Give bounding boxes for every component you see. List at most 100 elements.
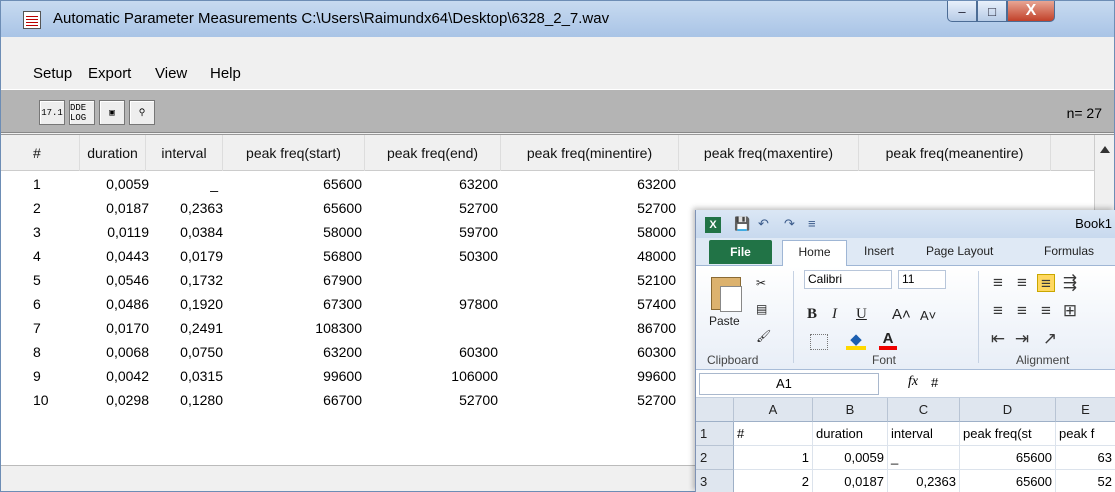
fill-color-icon[interactable]: ◆: [846, 330, 866, 350]
table-row[interactable]: 1 0,0059 _ 65600 63200 63200: [1, 172, 1114, 196]
spreadsheet-row[interactable]: 2 1 0,0059 _ 65600 63: [696, 446, 1115, 470]
cut-icon[interactable]: ✂: [756, 276, 766, 290]
cell-d2[interactable]: 65600: [960, 446, 1056, 470]
align-left-icon[interactable]: ≡: [989, 302, 1007, 320]
cell-a3[interactable]: 2: [734, 470, 813, 492]
formula-input[interactable]: #: [931, 375, 938, 390]
cell-a2[interactable]: 1: [734, 446, 813, 470]
wrap-text-icon[interactable]: ⇶: [1061, 274, 1079, 292]
peak-minentire-cell: 86700: [637, 320, 676, 336]
header-peak-maxentire[interactable]: peak freq(maxentire): [679, 135, 859, 171]
underline-button[interactable]: U: [856, 306, 867, 323]
cell-d1[interactable]: peak freq(st: [960, 422, 1056, 446]
peak-minentire-cell: 60300: [637, 344, 676, 360]
column-header-a[interactable]: A: [734, 398, 813, 422]
cell-c2[interactable]: _: [888, 446, 960, 470]
header-peak-minentire[interactable]: peak freq(minentire): [501, 135, 679, 171]
font-group-label: Font: [872, 353, 897, 367]
peak-start-cell: 56800: [323, 248, 362, 264]
copy-icon[interactable]: ▤: [756, 302, 767, 316]
measurement-count: n= 27: [1066, 105, 1102, 121]
menu-help[interactable]: Help: [210, 65, 241, 82]
column-header-b[interactable]: B: [813, 398, 888, 422]
interval-cell: 0,0179: [180, 248, 223, 264]
excel-window[interactable]: X 💾 ↶ ↷ ≡ Book1 File Home Insert Page La…: [695, 210, 1115, 492]
peak-minentire-cell: 63200: [637, 176, 676, 192]
tab-home[interactable]: Home: [782, 240, 847, 266]
maximize-button[interactable]: □: [977, 1, 1007, 22]
window-icon[interactable]: ▣: [99, 100, 125, 125]
center-icon[interactable]: ≡: [1013, 302, 1031, 320]
name-box[interactable]: A1: [699, 373, 879, 395]
menu-view[interactable]: View: [155, 65, 187, 82]
align-right-icon[interactable]: ≡: [1037, 302, 1055, 320]
undo-icon[interactable]: ↶: [758, 216, 769, 232]
row-header[interactable]: 1: [696, 422, 734, 446]
cell-b3[interactable]: 0,0187: [813, 470, 888, 492]
tab-file[interactable]: File: [709, 240, 772, 264]
cell-e2[interactable]: 63: [1056, 446, 1115, 470]
bold-button[interactable]: B: [807, 306, 817, 323]
tab-formulas[interactable]: Formulas: [1044, 244, 1094, 258]
spreadsheet-row[interactable]: 1 # duration interval peak freq(st peak …: [696, 422, 1115, 446]
customize-icon[interactable]: ≡: [808, 216, 816, 231]
cell-c3[interactable]: 0,2363: [888, 470, 960, 492]
shrink-font-button[interactable]: A˅: [920, 308, 936, 323]
header-peak-end[interactable]: peak freq(end): [365, 135, 501, 171]
italic-button[interactable]: I: [832, 306, 837, 323]
tab-page-layout[interactable]: Page Layout: [926, 244, 993, 258]
save-icon[interactable]: 💾: [734, 216, 750, 232]
header-index[interactable]: #: [33, 135, 80, 171]
increase-indent-icon[interactable]: ⇥: [1013, 330, 1031, 348]
grow-font-button[interactable]: A˄: [892, 306, 911, 323]
cell-d3[interactable]: 65600: [960, 470, 1056, 492]
menu-setup[interactable]: Setup: [33, 65, 72, 82]
cell-a1[interactable]: #: [734, 422, 813, 446]
row-header[interactable]: 3: [696, 470, 734, 492]
font-name-select[interactable]: Calibri: [804, 270, 892, 289]
header-peak-start[interactable]: peak freq(start): [223, 135, 365, 171]
scroll-up-icon[interactable]: [1100, 146, 1110, 153]
header-peak-meanentire[interactable]: peak freq(meanentire): [859, 135, 1051, 171]
interval-cell: 0,2491: [180, 320, 223, 336]
cell-b1[interactable]: duration: [813, 422, 888, 446]
header-duration[interactable]: duration: [80, 135, 146, 171]
align-top-icon[interactable]: ≡: [989, 274, 1007, 292]
display-table-icon[interactable]: 17.1: [39, 100, 65, 125]
spreadsheet-row[interactable]: 3 2 0,0187 0,2363 65600 52: [696, 470, 1115, 492]
minimize-button[interactable]: –: [947, 1, 977, 22]
align-middle-icon[interactable]: ≡: [1013, 274, 1031, 292]
peak-start-cell: 66700: [323, 392, 362, 408]
column-header-c[interactable]: C: [888, 398, 960, 422]
redo-icon[interactable]: ↷: [784, 216, 795, 232]
tab-insert[interactable]: Insert: [864, 244, 894, 258]
window-title: Automatic Parameter Measurements C:\User…: [53, 10, 610, 27]
decrease-indent-icon[interactable]: ⇤: [989, 330, 1007, 348]
column-header-d[interactable]: D: [960, 398, 1056, 422]
font-color-icon[interactable]: A: [879, 330, 897, 350]
merge-center-icon[interactable]: ⊞: [1061, 302, 1079, 320]
close-button[interactable]: X: [1007, 1, 1055, 22]
paste-icon[interactable]: [711, 277, 742, 312]
paste-label[interactable]: Paste: [709, 314, 740, 328]
borders-icon[interactable]: [810, 334, 828, 350]
menu-export[interactable]: Export: [88, 65, 131, 82]
row-header[interactable]: 2: [696, 446, 734, 470]
search-icon[interactable]: ⚲: [129, 100, 155, 125]
peak-end-cell: [365, 268, 501, 292]
cell-e1[interactable]: peak f: [1056, 422, 1115, 446]
cell-c1[interactable]: interval: [888, 422, 960, 446]
cell-b2[interactable]: 0,0059: [813, 446, 888, 470]
orientation-icon[interactable]: ↗: [1041, 330, 1059, 348]
align-bottom-icon[interactable]: ≡: [1037, 274, 1055, 293]
function-icon[interactable]: fx: [908, 374, 918, 390]
row-index: 7: [33, 320, 41, 336]
font-size-select[interactable]: 11: [898, 270, 946, 289]
dde-log-icon[interactable]: DDE LOG: [69, 100, 95, 125]
column-header-e[interactable]: E: [1056, 398, 1115, 422]
format-painter-icon[interactable]: 🖌: [756, 329, 771, 343]
cell-e3[interactable]: 52: [1056, 470, 1115, 492]
alignment-group-label: Alignment: [1016, 353, 1070, 367]
select-all-corner[interactable]: [696, 398, 734, 422]
header-interval[interactable]: interval: [146, 135, 223, 171]
